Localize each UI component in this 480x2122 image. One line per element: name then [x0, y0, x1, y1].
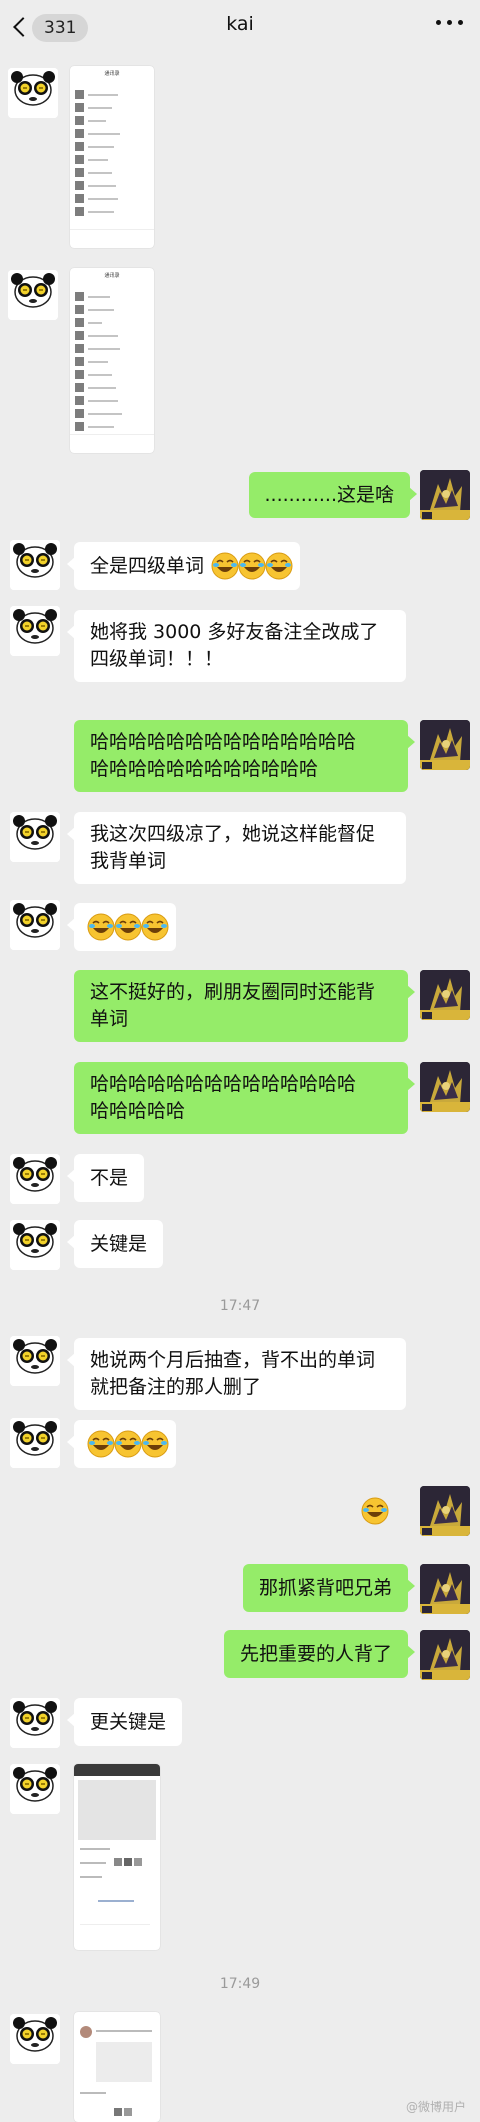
contact-avatar[interactable] — [10, 812, 60, 862]
timestamp: 17:49 — [219, 1976, 261, 1992]
my-avatar[interactable] — [420, 720, 470, 770]
contacts-screenshot-image[interactable]: 通讯录 — [70, 268, 154, 453]
laughing-face-icon — [210, 551, 240, 581]
dot-icon — [447, 20, 452, 25]
contact-avatar[interactable] — [10, 1764, 60, 1814]
laughing-face-icon — [86, 1429, 116, 1459]
grinning-sticker-icon[interactable] — [360, 1496, 390, 1526]
profile-screenshot-image[interactable] — [74, 2012, 160, 2122]
laughing-face-icon — [140, 1429, 170, 1459]
my-avatar[interactable] — [420, 1630, 470, 1680]
laughing-face-icon — [113, 1429, 143, 1459]
laughing-face-icon — [237, 551, 267, 581]
contact-avatar[interactable] — [10, 606, 60, 656]
received-message-bubble[interactable]: 全是四级单词 — [67, 542, 300, 590]
dot-icon — [436, 20, 441, 25]
contact-avatar[interactable] — [10, 1220, 60, 1270]
sent-message-bubble[interactable]: 先把重要的人背了 — [223, 1630, 416, 1678]
contact-avatar[interactable] — [10, 1336, 60, 1386]
received-message-bubble[interactable]: 她将我 3000 多好友备注全改成了 四级单词！！！ — [67, 610, 406, 682]
screenshot-title: 通讯录 — [104, 273, 120, 279]
laughing-face-icon — [113, 912, 143, 942]
received-emoji-bubble[interactable] — [67, 1420, 176, 1468]
contact-avatar[interactable] — [10, 2014, 60, 2064]
contact-avatar[interactable] — [10, 540, 60, 590]
laughing-face-icon — [264, 551, 294, 581]
screenshot-title: 通讯录 — [104, 71, 120, 77]
laughing-face-icon — [140, 912, 170, 942]
sent-message-bubble[interactable]: 这不挺好的，刷朋友圈同时还能背 单词 — [74, 970, 415, 1042]
my-avatar[interactable] — [420, 970, 470, 1020]
sent-message-bubble[interactable]: ............这是啥 — [248, 472, 418, 518]
contact-avatar[interactable] — [10, 1418, 60, 1468]
received-message-bubble[interactable]: 她说两个月后抽查，背不出的单词 就把备注的那人删了 — [67, 1338, 406, 1410]
more-options-button[interactable] — [434, 14, 466, 30]
contact-avatar[interactable] — [10, 1698, 60, 1748]
my-avatar[interactable] — [420, 1486, 470, 1536]
received-message-bubble[interactable]: 更关键是 — [66, 1698, 183, 1746]
received-message-bubble[interactable]: 我这次四级凉了，她说这样能督促 我背单词 — [67, 812, 406, 884]
sent-message-bubble[interactable]: 哈哈哈哈哈哈哈哈哈哈哈哈哈哈 哈哈哈哈哈 — [74, 1062, 415, 1134]
contact-avatar[interactable] — [10, 1154, 60, 1204]
contact-avatar[interactable] — [10, 900, 60, 950]
dot-icon — [458, 20, 463, 25]
profile-screenshot-image[interactable] — [74, 1764, 160, 1950]
my-avatar[interactable] — [420, 470, 470, 520]
my-avatar[interactable] — [420, 1564, 470, 1614]
laughing-face-icon — [86, 912, 116, 942]
received-emoji-bubble[interactable] — [67, 903, 176, 951]
contacts-screenshot-image[interactable]: 通讯录 — [70, 66, 154, 248]
chat-header: 331 kai — [0, 0, 480, 56]
watermark: @微博用户 — [405, 2100, 466, 2114]
chat-title: kai — [226, 13, 254, 35]
sent-message-bubble[interactable]: 那抓紧背吧兄弟 — [242, 1564, 416, 1612]
contact-avatar[interactable] — [8, 68, 58, 118]
received-message-bubble[interactable]: 关键是 — [66, 1220, 164, 1268]
sent-message-bubble[interactable]: 哈哈哈哈哈哈哈哈哈哈哈哈哈哈 哈哈哈哈哈哈哈哈哈哈哈哈 — [74, 720, 415, 792]
my-avatar[interactable] — [420, 1062, 470, 1112]
contact-avatar[interactable] — [8, 270, 58, 320]
timestamp: 17:47 — [219, 1298, 261, 1314]
received-message-bubble[interactable]: 不是 — [66, 1154, 145, 1202]
